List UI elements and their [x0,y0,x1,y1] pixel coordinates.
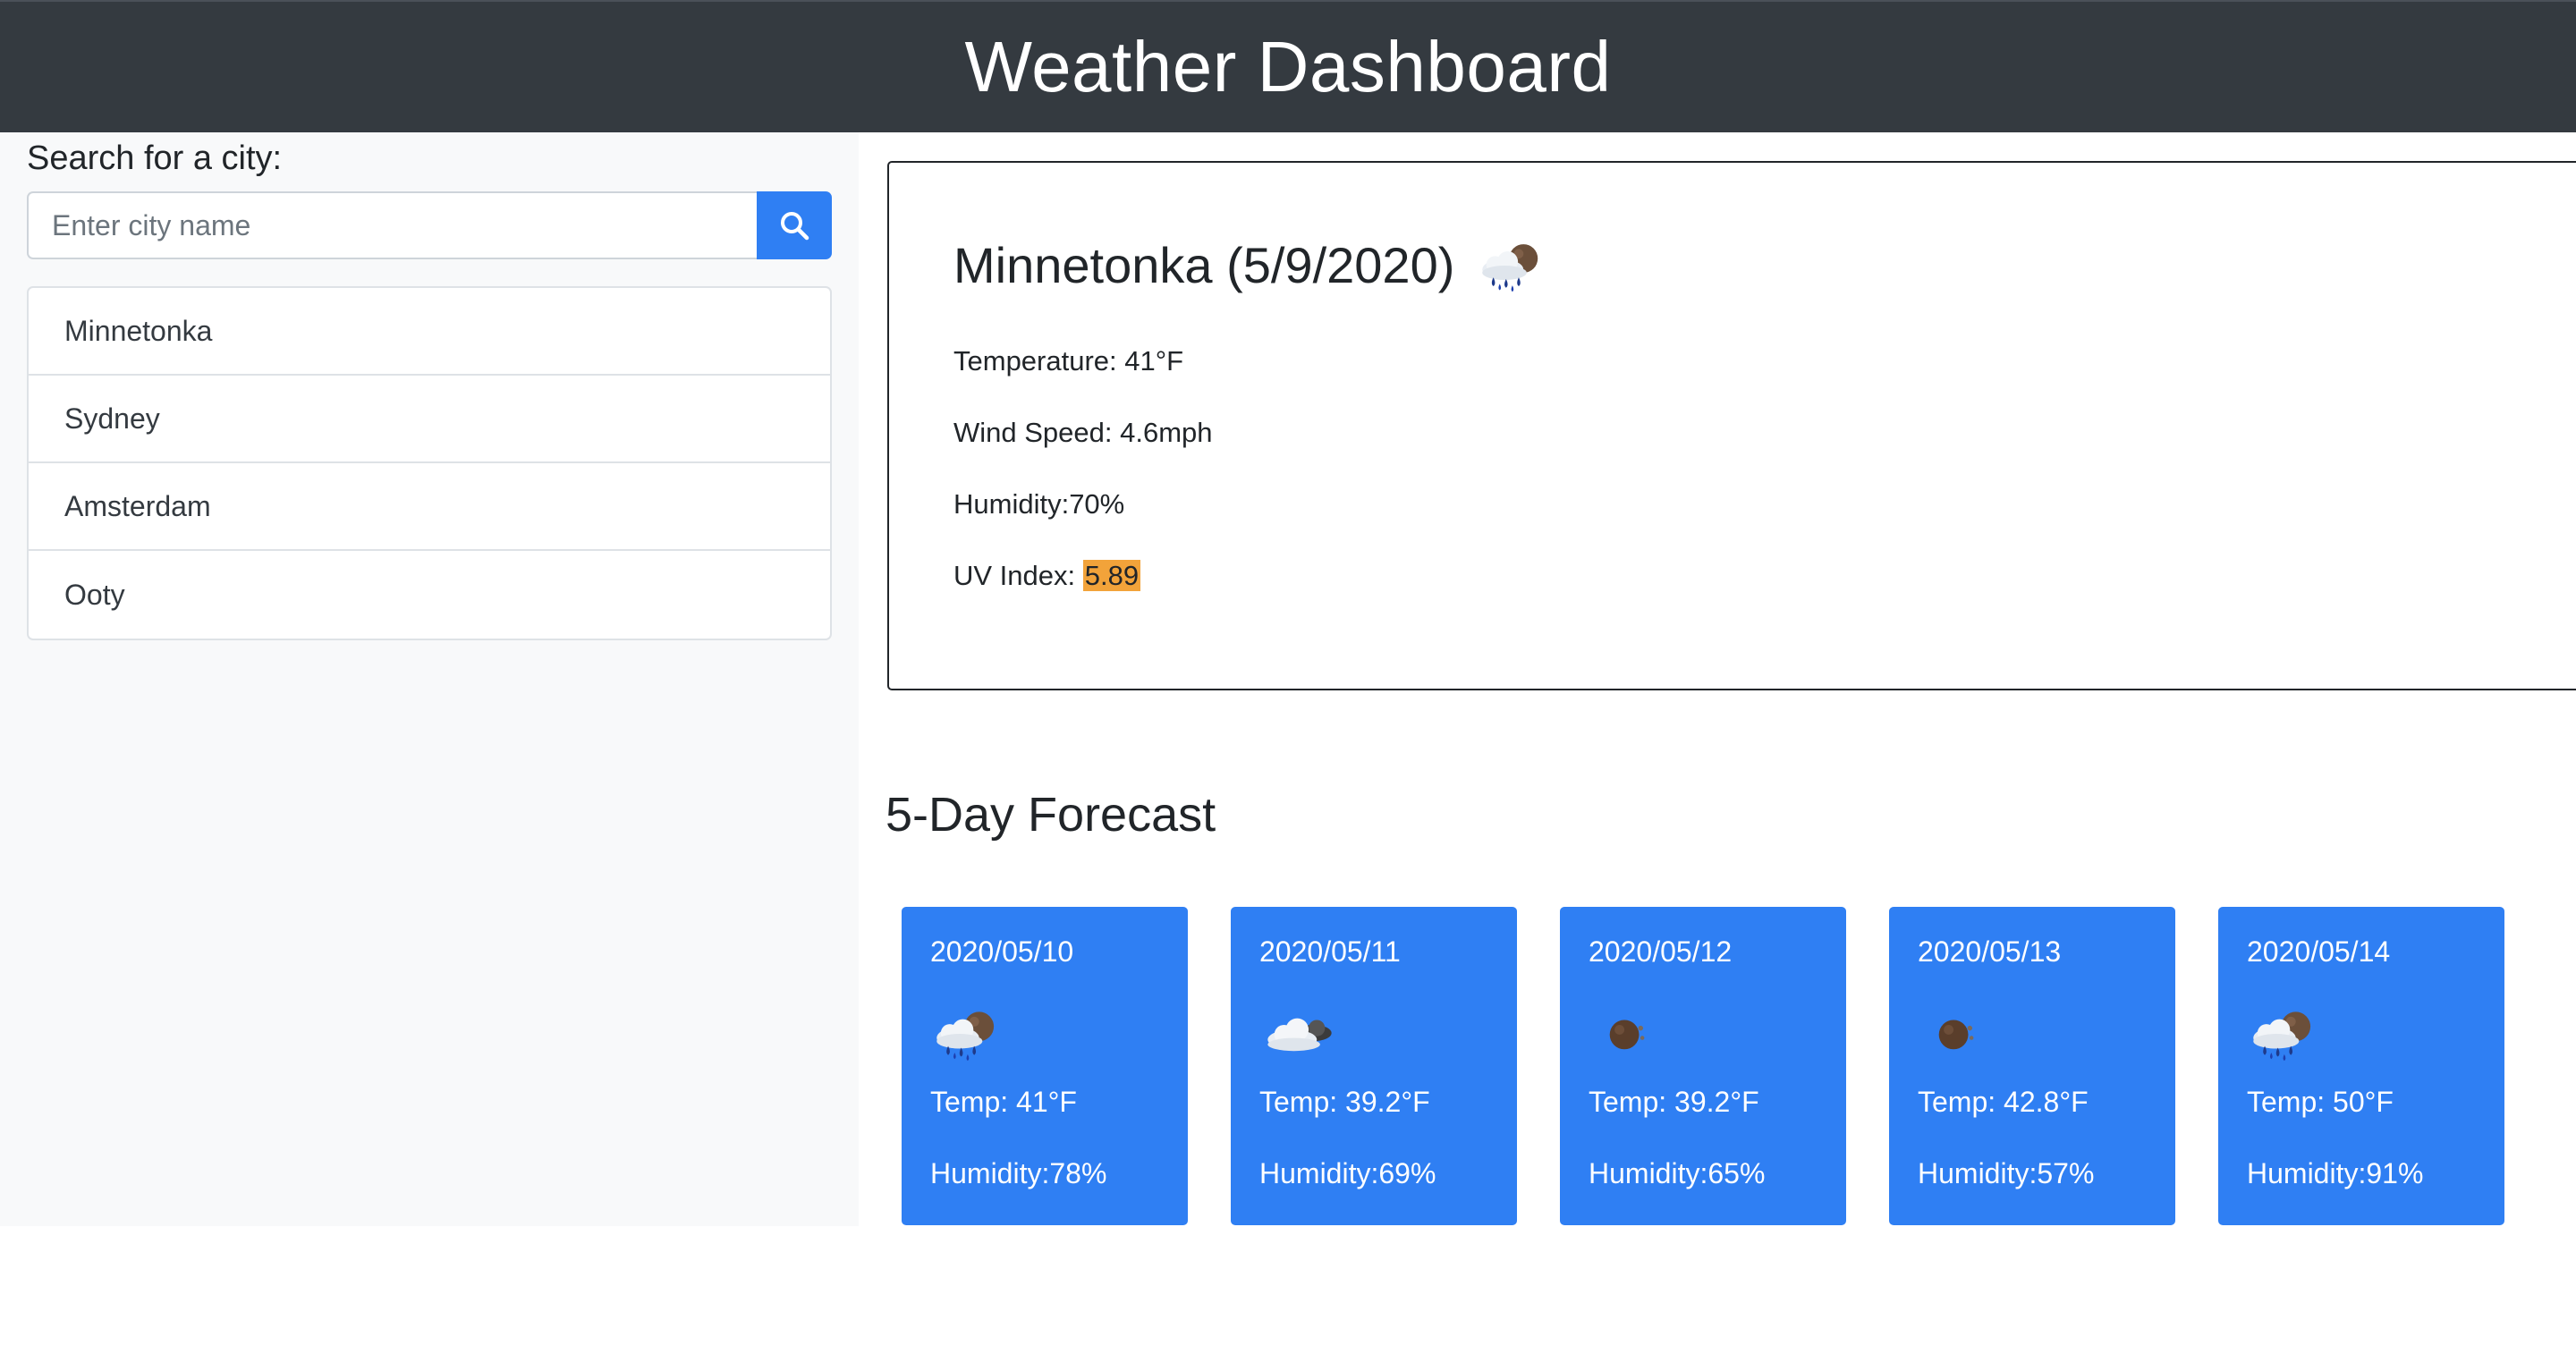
forecast-date: 2020/05/14 [2247,935,2391,968]
search-button[interactable] [757,191,832,259]
search-input[interactable] [27,191,757,259]
search-group [27,191,832,259]
page-title: Weather Dashboard [964,27,1612,106]
rain-cloud-icon [930,1005,1004,1062]
forecast-temp: Temp: 39.2°F [1589,1086,1759,1118]
current-humidity: Humidity:70% [953,488,1125,520]
search-history-list: Minnetonka Sydney Amsterdam Ooty [27,286,832,640]
current-uv-index: UV Index: 5.89 [953,560,1141,592]
current-wind-speed: Wind Speed: 4.6mph [953,417,1213,448]
search-icon [781,212,809,241]
forecast-date: 2020/05/11 [1259,935,1401,968]
forecast-humidity: Humidity:69% [1259,1157,1436,1189]
history-item-ooty[interactable]: Ooty [29,551,830,639]
forecast-heading: 5-Day Forecast [886,788,1216,842]
forecast-date: 2020/05/12 [1589,935,1733,968]
rain-cloud-icon [2247,1005,2320,1062]
current-weather-heading: Minnetonka (5/9/2020) [953,236,1547,294]
forecast-humidity: Humidity:91% [2247,1157,2424,1189]
moon-icon [1589,1005,1662,1062]
history-item-minnetonka[interactable]: Minnetonka [29,288,830,376]
moon-icon [1918,1005,1991,1062]
forecast-card: 2020/05/14 Temp: 50°F Humidity:91% [2218,907,2504,1225]
rain-cloud-icon [1476,238,1547,293]
history-item-amsterdam[interactable]: Amsterdam [29,463,830,551]
forecast-card: 2020/05/10 Temp: 41°F Humidity:78% [902,907,1188,1225]
uv-index-label: UV Index: [953,560,1083,591]
forecast-card: 2020/05/11 Temp: 39.2°F Humidity:69% [1231,907,1517,1225]
search-label: Search for a city: [27,140,283,177]
current-weather-card: Minnetonka (5/9/2020) Temperature: 41°F … [887,161,2576,690]
forecast-temp: Temp: 41°F [930,1086,1077,1118]
sidebar: Search for a city: Minnetonka Sydney Ams… [0,132,859,1226]
uv-index-badge: 5.89 [1082,560,1141,591]
forecast-card: 2020/05/12 Temp: 39.2°F Humidity:65% [1560,907,1846,1225]
forecast-humidity: Humidity:78% [930,1157,1107,1189]
forecast-card: 2020/05/13 Temp: 42.8°F Humidity:57% [1889,907,2175,1225]
forecast-date: 2020/05/10 [930,935,1074,968]
current-city-title: Minnetonka (5/9/2020) [953,237,1455,293]
cloudy-icon [1259,1005,1340,1062]
forecast-temp: Temp: 42.8°F [1918,1086,2089,1118]
history-item-sydney[interactable]: Sydney [29,376,830,463]
current-temperature: Temperature: 41°F [953,345,1184,377]
forecast-humidity: Humidity:65% [1589,1157,1766,1189]
forecast-temp: Temp: 39.2°F [1259,1086,1430,1118]
forecast-date: 2020/05/13 [1918,935,2062,968]
app-header: Weather Dashboard [0,0,2576,132]
forecast-humidity: Humidity:57% [1918,1157,2095,1189]
forecast-temp: Temp: 50°F [2247,1086,2394,1118]
